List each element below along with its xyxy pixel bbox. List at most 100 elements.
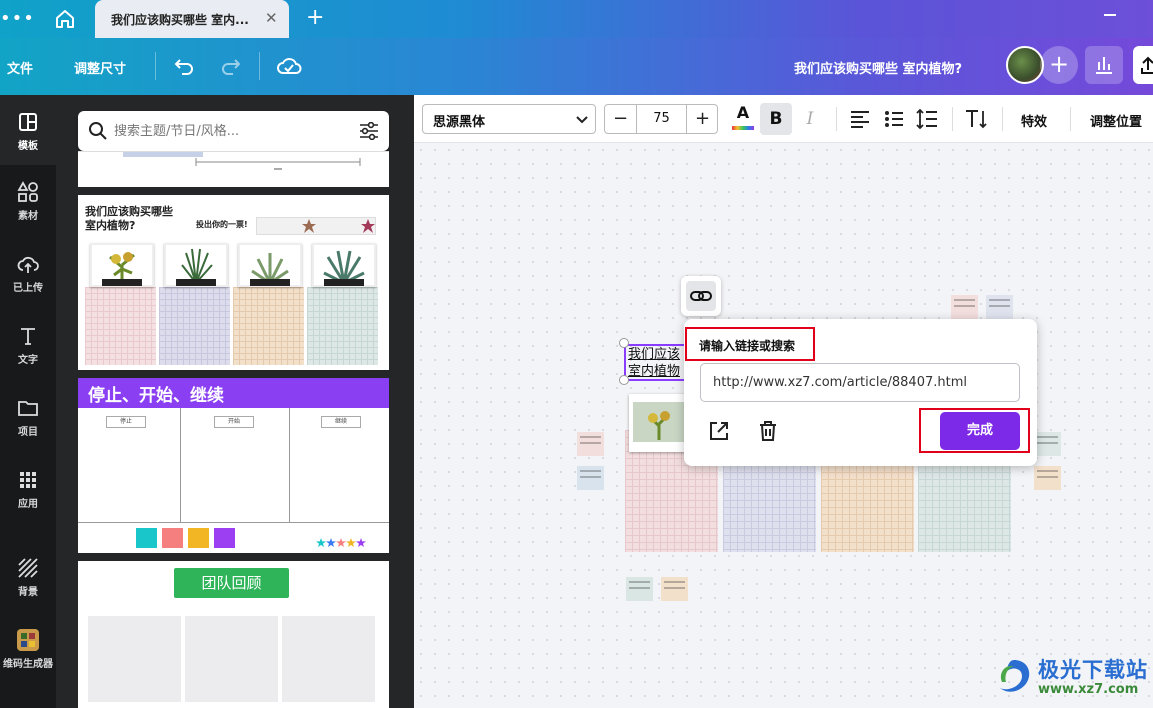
home-icon[interactable] [52, 6, 78, 32]
insights-button[interactable] [1085, 46, 1123, 84]
editor-header: 文件 调整尺寸 我们应该购买哪些 室内植物? + [0, 38, 1153, 95]
column-tag: 开始 [214, 416, 254, 428]
sticky-note [136, 528, 157, 548]
text-orientation-icon[interactable] [963, 106, 989, 132]
document-tab[interactable]: 我们应该购买哪些 室内... ✕ [95, 0, 289, 38]
tab-close-icon[interactable]: ✕ [265, 9, 278, 27]
redo-icon[interactable] [219, 54, 243, 78]
text-color-swatch [732, 126, 754, 130]
increase-font-size-button[interactable]: + [686, 105, 718, 133]
open-in-new-tab-icon[interactable] [707, 419, 731, 443]
rail-label: 维码生成器 [3, 659, 53, 670]
rail-item-uploads[interactable]: 已上传 [0, 239, 56, 309]
selected-text-box[interactable]: 我们应该 室内植物 [624, 344, 686, 381]
effects-button[interactable]: 特效 [1021, 111, 1047, 130]
canvas-sticky-note[interactable] [577, 466, 604, 490]
bold-button[interactable]: B [760, 103, 792, 135]
template-thumbnail [123, 152, 361, 170]
plant-label [102, 279, 142, 286]
filter-sliders-icon[interactable] [359, 122, 379, 140]
rail-item-elements[interactable]: 素材 [0, 167, 56, 237]
canvas-sticky-note[interactable] [1034, 432, 1061, 456]
align-left-icon[interactable] [847, 106, 873, 132]
position-button[interactable]: 调整位置 [1090, 111, 1142, 130]
template-card-team-retro[interactable]: 团队回顾 [78, 561, 389, 708]
highlight-box-label [685, 327, 815, 361]
toolbar-divider [836, 107, 837, 131]
search-input[interactable] [114, 117, 350, 145]
template-icon [19, 113, 37, 131]
bar-chart-icon [1096, 57, 1112, 74]
line-spacing-icon[interactable] [914, 106, 940, 132]
font-family-dropdown[interactable]: 思源黑体 [422, 104, 596, 134]
sticky-note [162, 528, 183, 548]
template-column [88, 616, 181, 702]
plant-label [176, 279, 216, 286]
highlight-box-done [919, 408, 1030, 453]
header-divider [155, 52, 156, 80]
font-size-value[interactable]: 75 [637, 105, 686, 133]
rail-item-text[interactable]: 文字 [0, 311, 56, 381]
template-card[interactable] [78, 151, 389, 187]
resize-handle[interactable] [619, 338, 629, 348]
italic-button[interactable]: I [798, 103, 822, 135]
delete-link-trash-icon[interactable] [757, 419, 779, 443]
template-search-box[interactable] [78, 111, 389, 151]
canvas-sticky-note[interactable] [661, 577, 688, 601]
star-icon [361, 219, 375, 233]
minimize-window-button[interactable] [1104, 14, 1116, 16]
share-upload-icon [1141, 56, 1153, 74]
user-avatar[interactable] [1006, 46, 1044, 84]
rail-item-projects[interactable]: 项目 [0, 383, 56, 453]
column-tag: 继续 [321, 416, 361, 428]
rail-item-apps[interactable]: 应用 [0, 455, 56, 525]
rail-item-qr-generator[interactable]: 维码生成器 [0, 615, 56, 685]
tab-title: 我们应该购买哪些 室内... [111, 13, 249, 27]
cloud-saved-icon[interactable] [276, 54, 302, 78]
sticky-note [214, 528, 235, 548]
resize-button[interactable]: 调整尺寸 [74, 58, 126, 77]
template-title: 团队回顾 [174, 568, 289, 598]
template-header: 停止、开始、继续 [78, 378, 389, 408]
canvas-plant-photo[interactable] [629, 394, 689, 452]
share-button[interactable] [1133, 46, 1153, 84]
canvas-sticky-note[interactable] [626, 577, 653, 601]
decrease-font-size-button[interactable]: − [605, 105, 637, 133]
canvas-sticky-note[interactable] [577, 432, 604, 456]
font-family-value: 思源黑体 [433, 115, 486, 130]
background-stripes-icon [18, 558, 38, 578]
toolbar-divider [1070, 107, 1071, 131]
upload-cloud-icon [17, 256, 39, 273]
template-title: 我们应该购买哪些 室内植物? [85, 205, 173, 232]
rail-item-templates[interactable]: 模板 [0, 95, 56, 165]
canvas-sticky-note[interactable] [986, 295, 1013, 319]
resize-handle[interactable] [619, 375, 629, 385]
add-collaborator-button[interactable]: + [1040, 46, 1078, 84]
template-title: 停止、开始、继续 [88, 386, 224, 406]
canvas-sticky-note[interactable] [951, 295, 978, 319]
new-tab-button[interactable]: + [306, 5, 324, 30]
qr-generator-app-icon [17, 629, 39, 651]
toolbar-divider [1002, 107, 1003, 131]
sticky-note [188, 528, 209, 548]
menu-dots-icon[interactable]: ••• [0, 8, 35, 29]
apps-grid-icon [20, 472, 36, 488]
bulleted-list-icon[interactable] [881, 106, 907, 132]
template-card-houseplants[interactable]: 我们应该购买哪些 室内植物? 投出你的一票! [78, 195, 389, 370]
link-button-active [686, 281, 716, 311]
text-icon [21, 328, 35, 345]
undo-icon[interactable] [172, 54, 196, 78]
file-menu-button[interactable]: 文件 [7, 58, 33, 77]
elements-icon [17, 181, 38, 202]
canvas-sticky-note[interactable] [1034, 466, 1061, 490]
link-button[interactable] [681, 276, 721, 316]
text-formatting-toolbar: 思源黑体 − 75 + A B I 特效 调整位置 [414, 95, 1153, 143]
template-card-stop-start-continue[interactable]: 停止、开始、继续 停止 开始 继续 [78, 378, 389, 553]
header-divider [259, 52, 260, 80]
chevron-down-icon [576, 116, 588, 124]
plant-image [633, 402, 685, 442]
font-size-stepper: − 75 + [604, 104, 718, 134]
document-title[interactable]: 我们应该购买哪些 室内植物? [794, 58, 962, 77]
rail-item-background[interactable]: 背景 [0, 543, 56, 613]
link-url-input[interactable] [700, 363, 1020, 402]
